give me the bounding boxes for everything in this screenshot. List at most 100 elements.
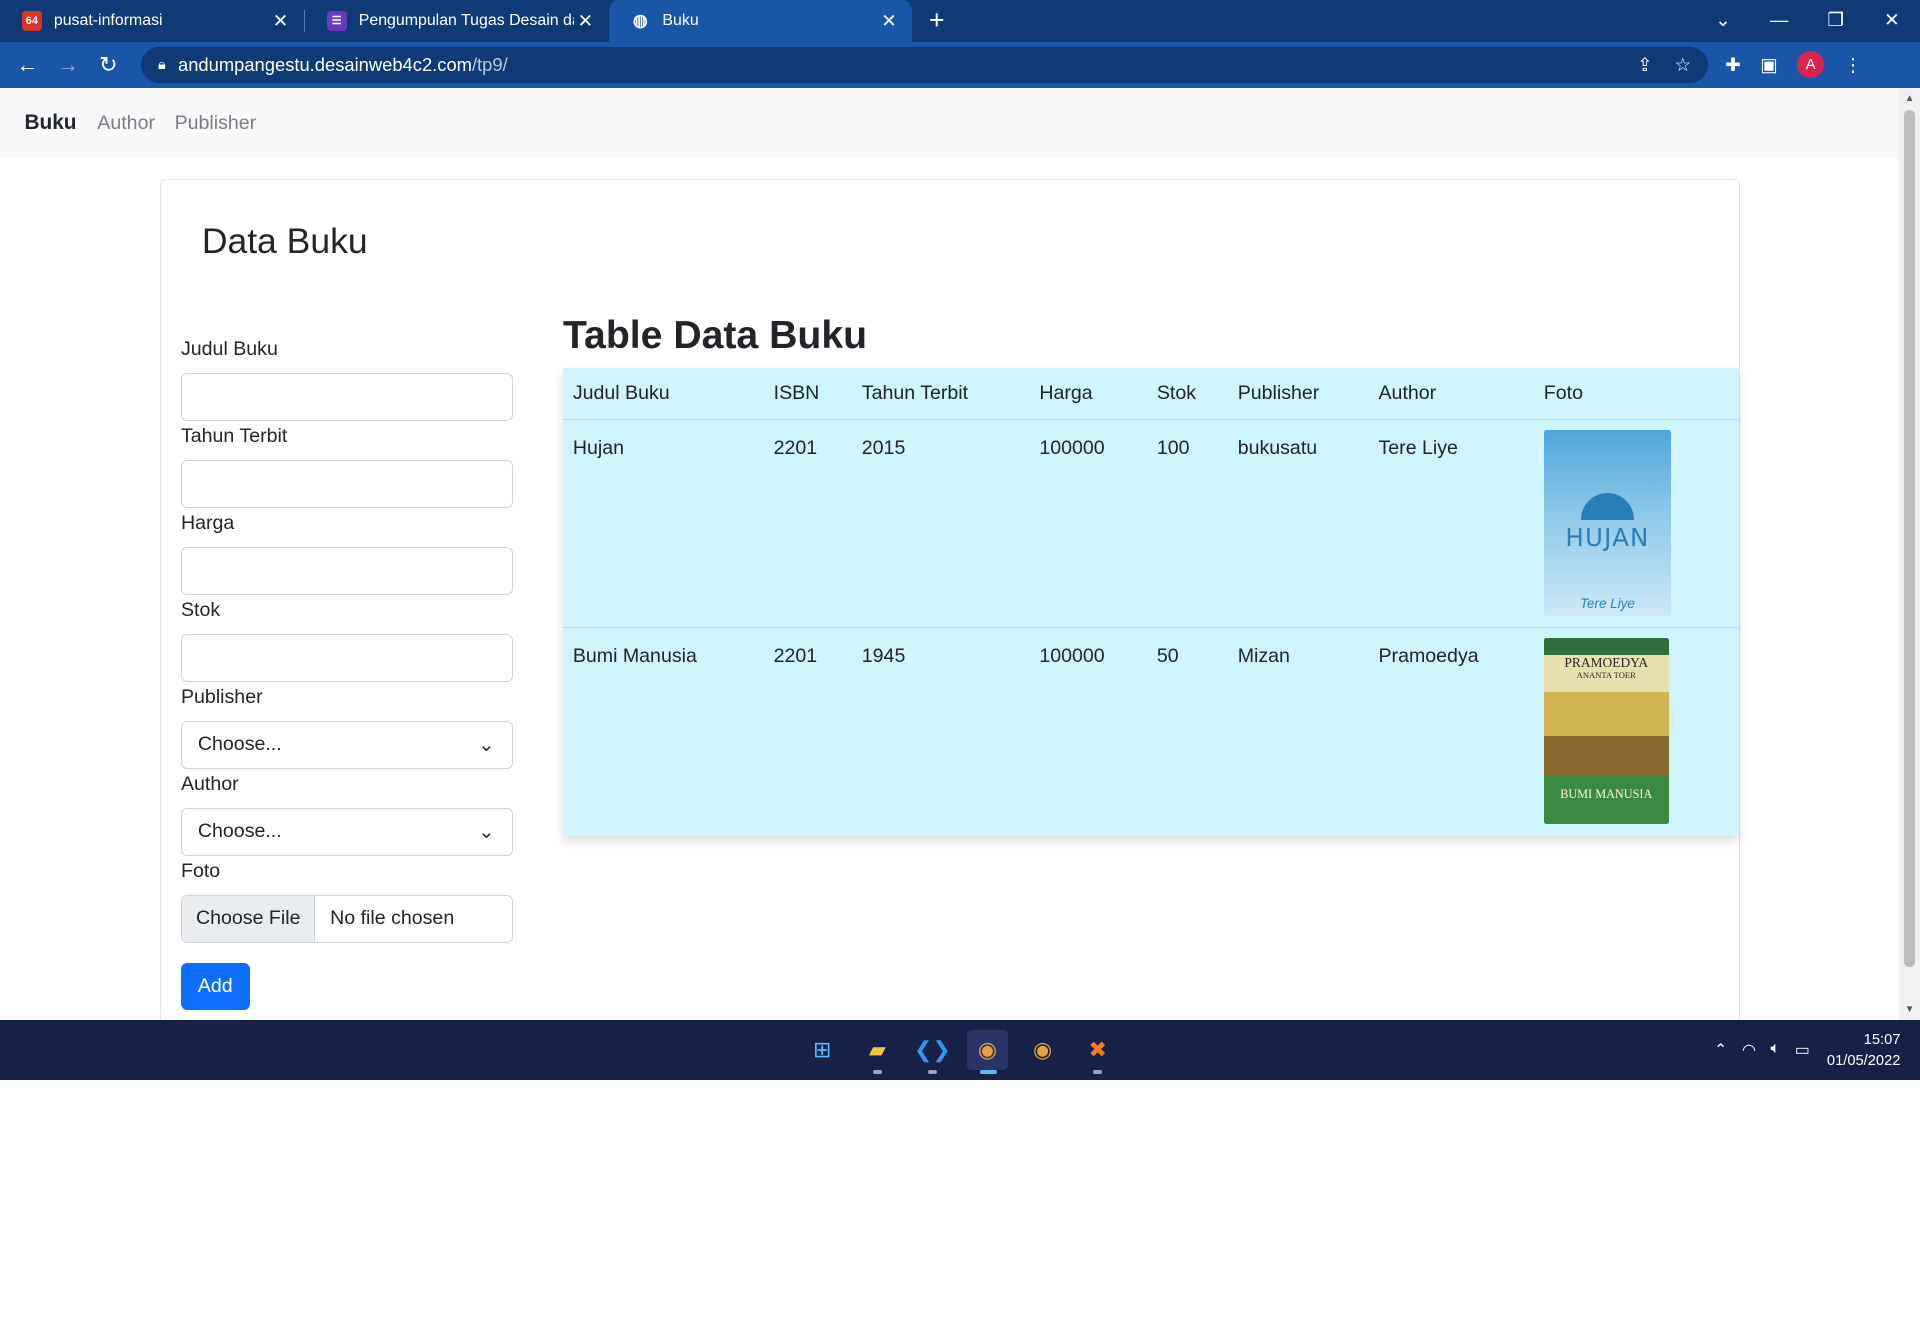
cell-harga: 100000 <box>1039 645 1105 668</box>
chevron-up-icon[interactable]: ⌃ <box>1714 1040 1727 1060</box>
book-cover-hujan: HUJAN Tere Liye <box>1543 429 1672 616</box>
cell-foto: HUJAN Tere Liye <box>1534 429 1739 616</box>
share-icon[interactable]: ⇪ <box>1637 54 1652 76</box>
file-status: No file chosen <box>330 907 455 930</box>
judul-label: Judul Buku <box>180 338 278 361</box>
menu-kebab-icon[interactable]: ⋮ <box>1844 54 1862 76</box>
nav-link-publisher[interactable]: Publisher <box>175 112 257 135</box>
choose-file-button[interactable]: Choose File <box>181 895 316 942</box>
page-scrollbar[interactable]: ▲ ▼ <box>1899 88 1920 1020</box>
taskbar-clock[interactable]: 15:07 01/05/2022 <box>1827 1030 1901 1072</box>
cell-isbn: 2201 <box>773 645 818 668</box>
books-table: Judul Buku ISBN Tahun Terbit Harga Stok … <box>563 368 1739 837</box>
volume-icon[interactable]: 🔈︎ <box>1771 1040 1781 1060</box>
side-panel-icon[interactable]: ▣ <box>1760 54 1777 76</box>
cover-author-sub: ANANTA TOER <box>1576 669 1636 680</box>
cell-judul: Bumi Manusia <box>572 645 697 668</box>
address-bar[interactable]: 🔒︎ andumpangestu.desainweb4c2.com /tp9/ … <box>140 46 1709 84</box>
forms-icon: ☰ <box>326 11 347 31</box>
harga-input[interactable] <box>180 547 513 595</box>
header-isbn: ISBN <box>773 382 820 405</box>
header-tahun: Tahun Terbit <box>861 382 969 405</box>
close-tab-icon[interactable]: ✕ <box>269 10 291 32</box>
add-button[interactable]: Add <box>180 963 250 1010</box>
chrome-profile-icon[interactable]: ◉ <box>1022 1030 1062 1070</box>
window-controls: ⌄ — ❐ ✕ <box>1695 0 1920 42</box>
start-windows-icon[interactable]: ⊞ <box>802 1030 842 1070</box>
close-tab-icon[interactable]: ✕ <box>574 10 596 32</box>
site-favicon-icon: 64 <box>22 11 42 31</box>
tab-strip: 64 pusat-informasi ✕ ☰ Pengumpulan Tugas… <box>0 0 1920 42</box>
battery-icon[interactable]: ▭ <box>1795 1040 1810 1060</box>
cell-isbn: 2201 <box>773 436 818 459</box>
cell-publisher: Mizan <box>1237 645 1290 668</box>
scroll-down-icon[interactable]: ▼ <box>1899 1004 1920 1015</box>
close-window-icon[interactable]: ✕ <box>1864 0 1920 42</box>
header-publisher: Publisher <box>1237 382 1320 405</box>
profile-avatar[interactable]: A <box>1797 51 1825 79</box>
stok-label: Stok <box>180 598 221 621</box>
table-row: Bumi Manusia 2201 1945 100000 50 Mizan P… <box>563 628 1739 836</box>
cell-publisher: bukusatu <box>1237 436 1318 459</box>
cell-tahun: 1945 <box>861 645 906 668</box>
tab-pusat-informasi[interactable]: 64 pusat-informasi ✕ <box>0 0 304 42</box>
taskbar: ⊞ ▰ ❮❯ ◉ ◉ ✖ ⌃ ◠ 🔈︎ ▭ 15:07 01/05/2022 <box>0 1020 1920 1080</box>
foto-label: Foto <box>180 859 221 882</box>
scrollbar-thumb[interactable] <box>1904 110 1916 968</box>
table-title: Table Data Buku <box>563 314 868 358</box>
stok-input[interactable] <box>180 633 513 682</box>
chrome-icon[interactable]: ◉ <box>967 1029 1008 1074</box>
tab-title: Pengumpulan Tugas Desain dan I <box>358 11 575 29</box>
cell-stok: 50 <box>1156 645 1179 668</box>
header-author: Author <box>1378 382 1437 405</box>
publisher-select[interactable]: Choose... ⌄ <box>180 720 513 769</box>
foto-file-input[interactable]: Choose File No file chosen <box>180 894 513 943</box>
forward-icon[interactable]: → <box>48 52 88 78</box>
nav-brand-buku[interactable]: Buku <box>24 111 76 135</box>
cell-author: Pramoedya <box>1378 645 1479 668</box>
site-navbar: Buku Author Publisher <box>0 88 1900 158</box>
tab-pengumpulan-tugas[interactable]: ☰ Pengumpulan Tugas Desain dan I ✕ <box>305 0 609 42</box>
cover-author: PRAMOEDYA <box>1564 654 1649 670</box>
header-judul: Judul Buku <box>572 382 670 405</box>
cell-stok: 100 <box>1156 436 1190 459</box>
book-form: Judul Buku Tahun Terbit Harga Stok Publi… <box>180 334 514 1010</box>
nav-link-author[interactable]: Author <box>97 112 155 135</box>
author-select[interactable]: Choose... ⌄ <box>180 807 513 856</box>
tahun-input[interactable] <box>180 460 513 508</box>
back-icon[interactable]: ← <box>7 52 47 78</box>
lock-icon[interactable]: 🔒︎ <box>158 57 166 73</box>
umbrella-icon <box>1580 493 1635 521</box>
cover-title: HUJAN <box>1565 522 1650 552</box>
cell-tahun: 2015 <box>861 436 906 459</box>
xampp-icon[interactable]: ✖ <box>1078 1030 1118 1074</box>
toolbar: ← → ↻ 🔒︎ andumpangestu.desainweb4c2.com … <box>0 41 1920 89</box>
reload-icon[interactable]: ↻ <box>88 52 128 78</box>
cell-judul: Hujan <box>572 436 624 459</box>
cell-foto: PRAMOEDYA ANANTA TOER BUMI MANUSIA <box>1534 637 1739 824</box>
cover-author: Tere Liye <box>1580 595 1635 611</box>
tab-search-icon[interactable]: ⌄ <box>1695 0 1751 42</box>
tab-buku[interactable]: ◍ Buku ✕ <box>608 0 913 42</box>
close-tab-icon[interactable]: ✕ <box>878 10 900 32</box>
tahun-label: Tahun Terbit <box>180 424 288 447</box>
book-cover-bumi-manusia: PRAMOEDYA ANANTA TOER BUMI MANUSIA <box>1543 637 1669 824</box>
web-page: Buku Author Publisher Data Buku Judul Bu… <box>0 88 1900 1020</box>
vscode-icon[interactable]: ❮❯ <box>912 1030 952 1074</box>
publisher-select-value: Choose... <box>197 733 282 756</box>
judul-input[interactable] <box>180 373 513 421</box>
scroll-up-icon[interactable]: ▲ <box>1899 93 1920 104</box>
table-header-row: Judul Buku ISBN Tahun Terbit Harga Stok … <box>563 368 1739 420</box>
minimize-icon[interactable]: — <box>1751 0 1807 42</box>
author-select-value: Choose... <box>197 820 282 843</box>
url-host: andumpangestu.desainweb4c2.com <box>178 53 472 75</box>
wifi-icon[interactable]: ◠ <box>1742 1040 1756 1060</box>
new-tab-button[interactable]: + <box>912 0 961 42</box>
bookmark-star-icon[interactable]: ☆ <box>1675 54 1691 76</box>
file-explorer-icon[interactable]: ▰ <box>857 1030 897 1074</box>
clock-date: 01/05/2022 <box>1826 1052 1901 1069</box>
restore-icon[interactable]: ❐ <box>1807 0 1863 42</box>
header-foto: Foto <box>1543 382 1583 405</box>
extensions-icon[interactable]: ✚ <box>1725 54 1740 76</box>
system-tray: ⌃ ◠ 🔈︎ ▭ <box>1714 1040 1810 1060</box>
